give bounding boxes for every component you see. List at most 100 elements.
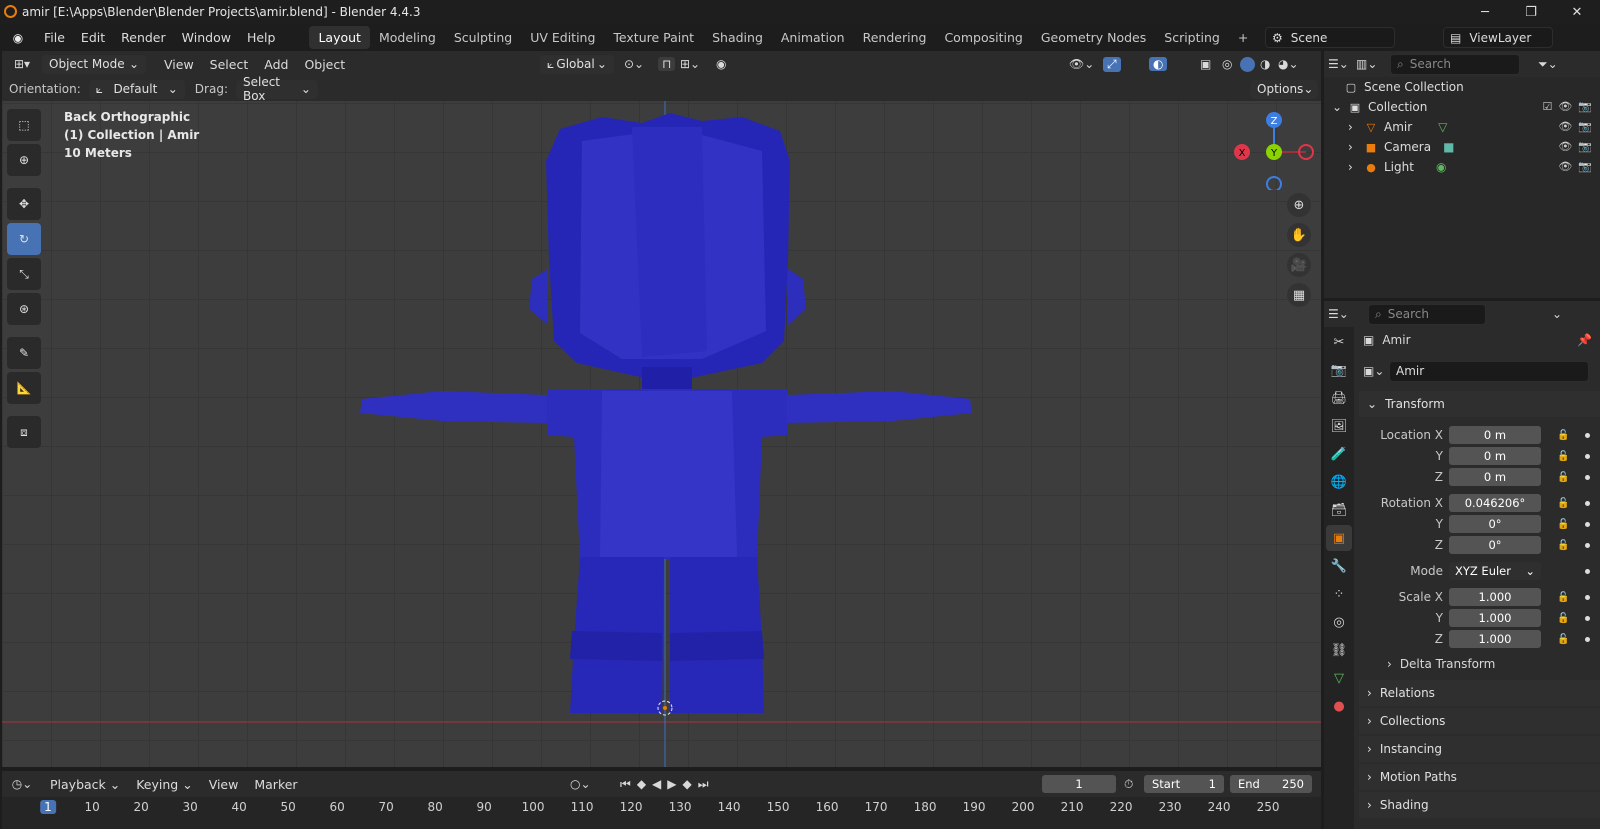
location-z-field[interactable]: 0 m [1449, 468, 1541, 486]
tab-scripting[interactable]: Scripting [1155, 26, 1229, 49]
move-tool-icon[interactable]: ✥ [7, 188, 41, 220]
menu-view[interactable]: View [156, 57, 202, 72]
blender-menu-icon[interactable]: ◉ [0, 31, 36, 45]
maximize-icon[interactable]: ❐ [1508, 0, 1554, 24]
menu-add[interactable]: Add [256, 57, 296, 72]
current-frame-field[interactable]: 1 [1042, 775, 1116, 793]
chevron-down-icon[interactable]: ⌄ [1552, 307, 1562, 321]
mode-dropdown[interactable]: Object Mode ⌄ [42, 54, 146, 74]
3d-viewport[interactable] [2, 101, 1321, 767]
navigation-gizmo[interactable]: Z X Y [1234, 110, 1314, 190]
panel-collections[interactable]: › Collections [1359, 708, 1600, 734]
lock-icon[interactable]: 🔓 [1557, 540, 1569, 551]
lock-icon[interactable]: 🔓 [1557, 519, 1569, 530]
scene-tab-icon[interactable]: 🧪 [1326, 441, 1352, 467]
menu-keying[interactable]: Keying ⌄ [128, 777, 200, 792]
lock-icon[interactable]: 🔓 [1557, 472, 1569, 483]
add-cube-icon[interactable]: ⧈ [7, 416, 41, 448]
editor-type-icon[interactable]: ⊞▾ [2, 57, 42, 71]
wireframe-shading-icon[interactable]: ◎ [1222, 57, 1232, 71]
end-frame-field[interactable]: End 250 [1230, 775, 1312, 793]
panel-relations[interactable]: › Relations [1359, 680, 1600, 706]
annotate-tool-icon[interactable]: ✎ [7, 337, 41, 369]
keyframe-dot-icon[interactable] [1585, 569, 1590, 574]
proportional-edit-icon[interactable]: ◉ [716, 57, 726, 71]
keyframe-dot-icon[interactable] [1585, 616, 1590, 621]
editor-type-icon[interactable]: ☰⌄ [1328, 57, 1356, 71]
light-data-icon[interactable]: ◉ [1436, 160, 1446, 174]
xray-icon[interactable]: ▣ [1200, 57, 1211, 71]
pin-icon[interactable]: 📌 [1577, 333, 1592, 347]
eye-icon[interactable]: 👁 [1558, 100, 1572, 113]
orientation-dropdown[interactable]: ⟀ Default ⌄ [88, 79, 185, 99]
next-keyframe-icon[interactable]: ◆ [683, 777, 692, 792]
keyframe-dot-icon[interactable] [1585, 543, 1590, 548]
menu-help[interactable]: Help [239, 30, 284, 45]
options-dropdown[interactable]: Options ⌄ [1250, 79, 1318, 99]
scale-y-field[interactable]: 1.000 [1449, 609, 1541, 627]
pivot-icon[interactable]: ⊙⌄ [624, 57, 644, 71]
camera-view-icon[interactable]: 🎥 [1287, 253, 1311, 277]
particles-tab-icon[interactable]: ⁘ [1326, 581, 1352, 607]
checkbox-icon[interactable]: ☑ [1542, 100, 1552, 113]
chevron-right-icon[interactable]: › [1348, 140, 1364, 154]
filter-icon[interactable]: ⏷⌄ [1538, 57, 1558, 72]
rotation-mode-dropdown[interactable]: XYZ Euler ⌄ [1449, 562, 1541, 580]
transform-panel-header[interactable]: ⌄ Transform [1359, 391, 1600, 417]
chevron-right-icon[interactable]: › [1348, 120, 1364, 134]
drag-dropdown[interactable]: Select Box ⌄ [235, 75, 318, 103]
transform-orientation-dropdown[interactable]: ⟀ Global ⌄ [540, 54, 614, 74]
tab-modeling[interactable]: Modeling [370, 26, 445, 49]
object-name-field[interactable]: Amir [1389, 360, 1589, 382]
auto-keying-icon[interactable]: ○⌄ [570, 777, 591, 791]
measure-tool-icon[interactable]: 📐 [7, 372, 41, 404]
render-tab-icon[interactable]: 📷 [1326, 357, 1352, 383]
snap-icon[interactable]: ⊓ [658, 57, 676, 71]
object-type-icon[interactable]: ▣⌄ [1363, 364, 1389, 378]
modifier-tab-icon[interactable]: 🔧 [1326, 553, 1352, 579]
panel-motion-paths[interactable]: › Motion Paths [1359, 764, 1600, 790]
physics-tab-icon[interactable]: ◎ [1326, 609, 1352, 635]
menu-select[interactable]: Select [202, 57, 257, 72]
outliner-collection[interactable]: ⌄ ▣ Collection ☑ 👁 📷 [1324, 97, 1600, 117]
editor-type-icon[interactable]: ☰⌄ [1328, 307, 1368, 321]
object-tab-icon[interactable]: ▣ [1326, 525, 1352, 551]
scene-selector[interactable]: ⚙ Scene [1265, 27, 1395, 48]
display-mode-icon[interactable]: ▥⌄ [1356, 57, 1390, 71]
eye-icon[interactable]: 👁 [1558, 140, 1572, 153]
jump-start-icon[interactable]: ⏮ [620, 777, 631, 792]
properties-search[interactable]: ⌕ Search [1368, 303, 1486, 325]
rotation-z-field[interactable]: 0° [1449, 536, 1541, 554]
panel-instancing[interactable]: › Instancing [1359, 736, 1600, 762]
jump-end-icon[interactable]: ⏭ [698, 777, 709, 792]
outliner-item-light[interactable]: › ● Light ◉ 👁 📷 [1324, 157, 1600, 177]
camera-icon[interactable]: 📷 [1578, 120, 1592, 133]
menu-marker[interactable]: Marker [246, 777, 305, 792]
location-x-field[interactable]: 0 m [1449, 426, 1541, 444]
menu-playback[interactable]: Playback ⌄ [42, 777, 128, 792]
menu-window[interactable]: Window [174, 30, 239, 45]
prev-keyframe-icon[interactable]: ◆ [637, 777, 646, 792]
tab-sculpting[interactable]: Sculpting [445, 26, 521, 49]
play-reverse-icon[interactable]: ◀ [652, 777, 661, 792]
camera-icon[interactable]: 📷 [1578, 160, 1592, 173]
camera-icon[interactable]: 📷 [1578, 140, 1592, 153]
mesh-data-icon[interactable]: ▽ [1438, 120, 1447, 134]
rotation-y-field[interactable]: 0° [1449, 515, 1541, 533]
menu-view[interactable]: View [201, 777, 247, 792]
timeline-ruler[interactable]: 1 10 20 30 40 50 60 70 80 90 100 110 120 130 140 150 160… [2, 797, 1321, 829]
scale-tool-icon[interactable]: ⤡ [7, 258, 41, 290]
tool-tab-icon[interactable]: ✂ [1326, 329, 1352, 355]
keyframe-dot-icon[interactable] [1585, 522, 1590, 527]
material-shading-icon[interactable]: ◑ [1260, 57, 1270, 71]
rendered-shading-icon[interactable]: ◕⌄ [1278, 57, 1299, 71]
location-y-field[interactable]: 0 m [1449, 447, 1541, 465]
outliner-search[interactable]: ⌕ Search [1390, 53, 1520, 75]
chevron-down-icon[interactable]: ⌄ [1332, 100, 1348, 114]
eye-icon[interactable]: 👁 [1558, 120, 1572, 133]
tab-uv-editing[interactable]: UV Editing [521, 26, 604, 49]
tab-compositing[interactable]: Compositing [935, 26, 1031, 49]
lock-icon[interactable]: 🔓 [1557, 592, 1569, 603]
data-tab-icon[interactable]: ▽ [1326, 665, 1352, 691]
menu-render[interactable]: Render [113, 30, 174, 45]
